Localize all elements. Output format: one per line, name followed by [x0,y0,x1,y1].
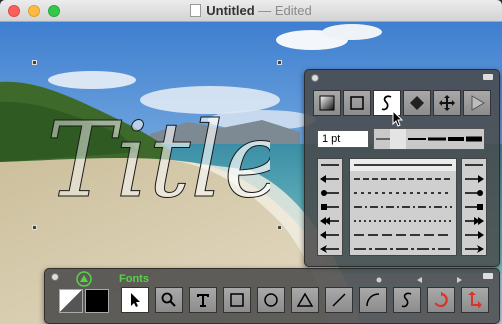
play-tool[interactable] [463,90,491,116]
magnifier-icon [161,292,176,307]
triangle-icon [296,292,314,307]
rectangle-stroke-tool[interactable] [343,90,371,116]
document-icon [190,4,202,17]
move-arrows-icon [439,95,455,111]
mouse-cursor-icon [392,110,404,127]
panel-close-icon[interactable] [311,74,319,82]
selection-handle[interactable] [277,225,282,230]
selection-handle[interactable] [277,60,282,65]
arrowhead-start-icons [320,164,339,253]
arc-icon [366,293,380,307]
document-name: Untitled [206,3,255,18]
palette-close-icon[interactable] [51,273,59,281]
rectangle-tool[interactable] [223,287,251,313]
text-tool[interactable] [189,287,217,313]
window-title: Untitled — Edited [0,3,502,18]
transform-tool[interactable] [461,287,489,313]
svg-text:Title: Title [46,99,270,221]
arrowhead-end-icons [465,164,484,253]
arrow-pointer-icon [131,293,140,307]
line-width-samples [376,129,482,149]
arc-tool[interactable] [359,287,387,313]
zoom-tool[interactable] [155,287,183,313]
move-tool[interactable] [433,90,461,116]
drawing-canvas[interactable]: Title 1 pt Fonts [0,22,502,324]
text-t-icon [197,294,209,307]
edited-status: — Edited [258,3,312,18]
gradient-fill-icon [319,95,335,111]
selection-handle[interactable] [32,225,37,230]
start-arrowhead-list[interactable] [317,158,343,256]
end-arrowhead-list[interactable] [461,158,487,256]
tools-palette: Fonts [44,268,500,324]
play-icon [471,95,485,111]
fill-shape-tool[interactable] [403,90,431,116]
tool-mode-icon[interactable] [76,271,92,287]
fonts-button[interactable]: Fonts [119,273,149,285]
dash-pattern-samples [350,159,456,250]
line-width-slider[interactable] [373,128,485,150]
diamond-icon [410,96,424,110]
title-bar: Untitled — Edited [0,0,502,22]
rotate-tool[interactable] [427,287,455,313]
fill-color-swatch[interactable] [59,289,83,313]
dash-pattern-list[interactable] [349,158,457,256]
freehand-icon [401,292,412,308]
gradient-fill-tool[interactable] [313,90,341,116]
stroke-color-swatch[interactable] [85,289,109,313]
reflect-arrows-icon [468,291,482,309]
circle-icon [264,293,278,307]
panel-resize-icon[interactable] [483,74,493,80]
rectangle-icon [230,293,244,307]
palette-pager[interactable] [375,275,495,285]
selection-handle[interactable] [32,60,37,65]
triangle-tool[interactable] [291,287,319,313]
pointer-tool[interactable] [121,287,149,313]
freehand-tool[interactable] [393,287,421,313]
rectangle-icon [350,96,364,110]
line-icon [332,293,346,307]
title-text-object[interactable]: Title [40,84,271,224]
line-tool[interactable] [325,287,353,313]
stroke-style-panel: 1 pt [304,69,500,267]
app-window: Untitled — Edited Title 1 pt Fonts [0,0,502,324]
rotate-icon [434,291,448,308]
line-width-field[interactable]: 1 pt [317,130,369,148]
oval-tool[interactable] [257,287,285,313]
